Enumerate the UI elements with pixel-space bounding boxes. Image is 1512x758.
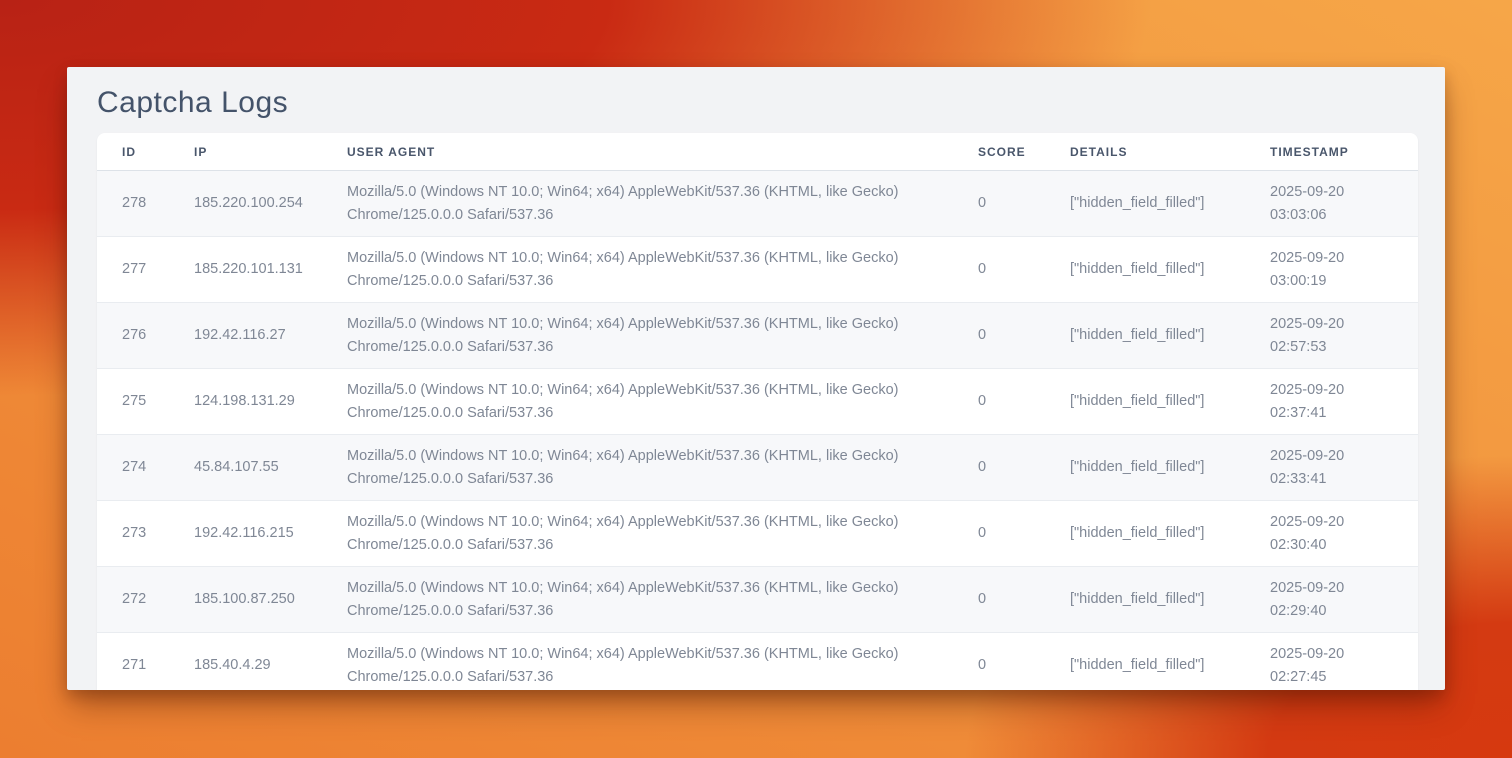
cell-ip: 185.220.101.131 [169,237,322,303]
cell-user-agent: Mozilla/5.0 (Windows NT 10.0; Win64; x64… [322,435,953,501]
cell-user-agent: Mozilla/5.0 (Windows NT 10.0; Win64; x64… [322,237,953,303]
cell-id: 273 [97,501,169,567]
cell-score: 0 [953,567,1045,633]
cell-details: ["hidden_field_filled"] [1045,501,1245,567]
table-row: 274 45.84.107.55 Mozilla/5.0 (Windows NT… [97,435,1418,501]
cell-score: 0 [953,303,1045,369]
cell-user-agent: Mozilla/5.0 (Windows NT 10.0; Win64; x64… [322,633,953,691]
cell-timestamp: 2025-09-20 03:03:06 [1245,171,1418,237]
cell-details: ["hidden_field_filled"] [1045,237,1245,303]
cell-score: 0 [953,171,1045,237]
cell-timestamp: 2025-09-20 02:33:41 [1245,435,1418,501]
page-title: Captcha Logs [97,85,1418,121]
table-row: 276 192.42.116.27 Mozilla/5.0 (Windows N… [97,303,1418,369]
cell-score: 0 [953,633,1045,691]
cell-score: 0 [953,501,1045,567]
cell-id: 271 [97,633,169,691]
cell-score: 0 [953,369,1045,435]
cell-ip: 185.40.4.29 [169,633,322,691]
cell-timestamp: 2025-09-20 02:29:40 [1245,567,1418,633]
cell-ip: 192.42.116.215 [169,501,322,567]
cell-details: ["hidden_field_filled"] [1045,435,1245,501]
column-header-timestamp: TIMESTAMP [1245,133,1418,171]
captcha-logs-card: Captcha Logs IDIPUSER AGENTSCOREDETAILST… [67,67,1445,690]
cell-timestamp: 2025-09-20 03:00:19 [1245,237,1418,303]
column-header-score: SCORE [953,133,1045,171]
cell-id: 277 [97,237,169,303]
cell-id: 278 [97,171,169,237]
table-head: IDIPUSER AGENTSCOREDETAILSTIMESTAMP [97,133,1418,171]
logs-table: IDIPUSER AGENTSCOREDETAILSTIMESTAMP 278 … [97,133,1418,690]
column-header-id: ID [97,133,169,171]
table-row: 277 185.220.101.131 Mozilla/5.0 (Windows… [97,237,1418,303]
column-header-ip: IP [169,133,322,171]
column-header-details: DETAILS [1045,133,1245,171]
table-row: 278 185.220.100.254 Mozilla/5.0 (Windows… [97,171,1418,237]
cell-id: 275 [97,369,169,435]
cell-user-agent: Mozilla/5.0 (Windows NT 10.0; Win64; x64… [322,501,953,567]
cell-details: ["hidden_field_filled"] [1045,369,1245,435]
cell-details: ["hidden_field_filled"] [1045,303,1245,369]
cell-details: ["hidden_field_filled"] [1045,171,1245,237]
table-row: 275 124.198.131.29 Mozilla/5.0 (Windows … [97,369,1418,435]
logs-table-container: IDIPUSER AGENTSCOREDETAILSTIMESTAMP 278 … [97,133,1418,690]
cell-user-agent: Mozilla/5.0 (Windows NT 10.0; Win64; x64… [322,567,953,633]
cell-user-agent: Mozilla/5.0 (Windows NT 10.0; Win64; x64… [322,369,953,435]
cell-ip: 192.42.116.27 [169,303,322,369]
cell-timestamp: 2025-09-20 02:27:45 [1245,633,1418,691]
cell-score: 0 [953,237,1045,303]
table-row: 273 192.42.116.215 Mozilla/5.0 (Windows … [97,501,1418,567]
cell-score: 0 [953,435,1045,501]
table-row: 271 185.40.4.29 Mozilla/5.0 (Windows NT … [97,633,1418,691]
table-row: 272 185.100.87.250 Mozilla/5.0 (Windows … [97,567,1418,633]
cell-id: 274 [97,435,169,501]
column-header-user_agent: USER AGENT [322,133,953,171]
cell-user-agent: Mozilla/5.0 (Windows NT 10.0; Win64; x64… [322,171,953,237]
cell-ip: 185.220.100.254 [169,171,322,237]
cell-ip: 45.84.107.55 [169,435,322,501]
cell-user-agent: Mozilla/5.0 (Windows NT 10.0; Win64; x64… [322,303,953,369]
cell-ip: 124.198.131.29 [169,369,322,435]
table-header-row: IDIPUSER AGENTSCOREDETAILSTIMESTAMP [97,133,1418,171]
cell-id: 276 [97,303,169,369]
cell-details: ["hidden_field_filled"] [1045,567,1245,633]
cell-timestamp: 2025-09-20 02:30:40 [1245,501,1418,567]
table-body: 278 185.220.100.254 Mozilla/5.0 (Windows… [97,171,1418,691]
cell-timestamp: 2025-09-20 02:57:53 [1245,303,1418,369]
cell-id: 272 [97,567,169,633]
cell-ip: 185.100.87.250 [169,567,322,633]
cell-timestamp: 2025-09-20 02:37:41 [1245,369,1418,435]
cell-details: ["hidden_field_filled"] [1045,633,1245,691]
